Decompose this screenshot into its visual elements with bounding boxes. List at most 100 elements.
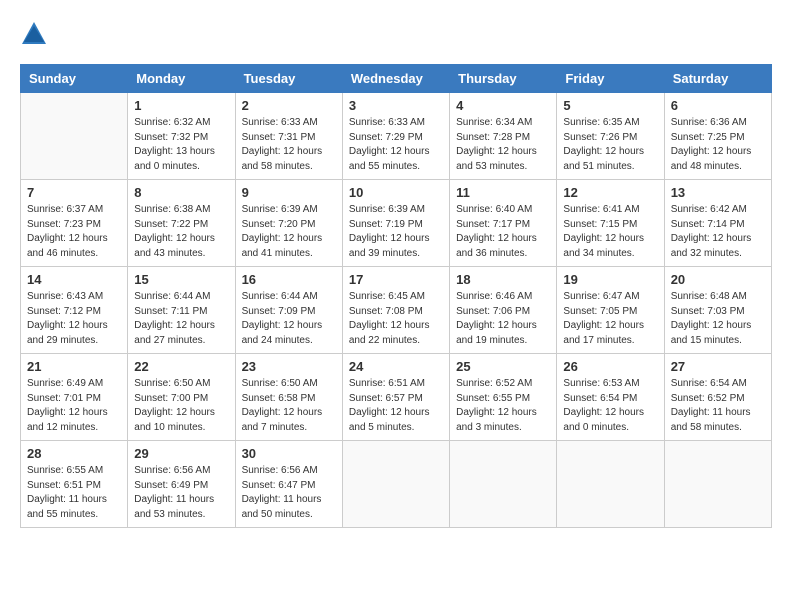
calendar-cell: 23 Sunrise: 6:50 AM Sunset: 6:58 PM Dayli… — [235, 354, 342, 441]
calendar-cell: 12 Sunrise: 6:41 AM Sunset: 7:15 PM Dayli… — [557, 180, 664, 267]
day-number: 14 — [27, 272, 121, 287]
day-info: Sunrise: 6:48 AM Sunset: 7:03 PM Dayligh… — [671, 290, 765, 348]
day-info: Sunrise: 6:39 AM Sunset: 7:19 PM Dayligh… — [349, 203, 443, 261]
day-number: 18 — [456, 272, 550, 287]
calendar-cell: 20 Sunrise: 6:48 AM Sunset: 7:03 PM Dayli… — [664, 267, 771, 354]
day-info: Sunrise: 6:33 AM Sunset: 7:29 PM Dayligh… — [349, 116, 443, 174]
calendar-cell: 21 Sunrise: 6:49 AM Sunset: 7:01 PM Dayli… — [21, 354, 128, 441]
calendar-cell — [342, 441, 449, 528]
day-info: Sunrise: 6:50 AM Sunset: 6:58 PM Dayligh… — [242, 377, 336, 435]
day-info: Sunrise: 6:38 AM Sunset: 7:22 PM Dayligh… — [134, 203, 228, 261]
day-number: 25 — [456, 359, 550, 374]
calendar-cell: 2Sunrise: 6:33 AM Sunset: 7:31 PM Daylig… — [235, 93, 342, 180]
calendar-cell: 26 Sunrise: 6:53 AM Sunset: 6:54 PM Dayli… — [557, 354, 664, 441]
day-number: 1 — [134, 98, 228, 113]
calendar-cell: 7 Sunrise: 6:37 AM Sunset: 7:23 PM Daylig… — [21, 180, 128, 267]
day-number: 11 — [456, 185, 550, 200]
calendar-cell: 11 Sunrise: 6:40 AM Sunset: 7:17 PM Dayli… — [450, 180, 557, 267]
day-number: 17 — [349, 272, 443, 287]
calendar-cell: 17 Sunrise: 6:45 AM Sunset: 7:08 PM Dayli… — [342, 267, 449, 354]
day-info: Sunrise: 6:52 AM Sunset: 6:55 PM Dayligh… — [456, 377, 550, 435]
calendar-cell: 25 Sunrise: 6:52 AM Sunset: 6:55 PM Dayli… — [450, 354, 557, 441]
calendar-cell: 8 Sunrise: 6:38 AM Sunset: 7:22 PM Daylig… — [128, 180, 235, 267]
logo-icon — [20, 20, 48, 48]
day-info: Sunrise: 6:47 AM Sunset: 7:05 PM Dayligh… — [563, 290, 657, 348]
calendar-week-row: 1 Sunrise: 6:32 AM Sunset: 7:32 PM Daylig… — [21, 93, 772, 180]
calendar-cell: 15 Sunrise: 6:44 AM Sunset: 7:11 PM Dayli… — [128, 267, 235, 354]
day-info: Sunrise: 6:45 AM Sunset: 7:08 PM Dayligh… — [349, 290, 443, 348]
calendar-table: SundayMondayTuesdayWednesdayThursdayFrid… — [20, 64, 772, 528]
calendar-cell: 24 Sunrise: 6:51 AM Sunset: 6:57 PM Dayli… — [342, 354, 449, 441]
calendar-cell: 18 Sunrise: 6:46 AM Sunset: 7:06 PM Dayli… — [450, 267, 557, 354]
calendar-week-row: 14 Sunrise: 6:43 AM Sunset: 7:12 PM Dayli… — [21, 267, 772, 354]
day-number: 15 — [134, 272, 228, 287]
day-info: Sunrise: 6:40 AM Sunset: 7:17 PM Dayligh… — [456, 203, 550, 261]
calendar-week-row: 28Sunrise: 6:55 AM Sunset: 6:51 PM Dayli… — [21, 441, 772, 528]
day-number: 6 — [671, 98, 765, 113]
day-of-week-header: Monday — [128, 65, 235, 93]
calendar-header-row: SundayMondayTuesdayWednesdayThursdayFrid… — [21, 65, 772, 93]
day-number: 23 — [242, 359, 336, 374]
calendar-cell: 13Sunrise: 6:42 AM Sunset: 7:14 PM Dayli… — [664, 180, 771, 267]
page-header — [20, 20, 772, 48]
calendar-cell — [21, 93, 128, 180]
day-number: 8 — [134, 185, 228, 200]
day-info: Sunrise: 6:39 AM Sunset: 7:20 PM Dayligh… — [242, 203, 336, 261]
day-info: Sunrise: 6:50 AM Sunset: 7:00 PM Dayligh… — [134, 377, 228, 435]
day-info: Sunrise: 6:41 AM Sunset: 7:15 PM Dayligh… — [563, 203, 657, 261]
calendar-cell: 28Sunrise: 6:55 AM Sunset: 6:51 PM Dayli… — [21, 441, 128, 528]
calendar-cell: 19 Sunrise: 6:47 AM Sunset: 7:05 PM Dayli… — [557, 267, 664, 354]
day-info: Sunrise: 6:44 AM Sunset: 7:11 PM Dayligh… — [134, 290, 228, 348]
calendar-cell: 10 Sunrise: 6:39 AM Sunset: 7:19 PM Dayli… — [342, 180, 449, 267]
day-number: 12 — [563, 185, 657, 200]
day-info: Sunrise: 6:54 AM Sunset: 6:52 PM Dayligh… — [671, 377, 765, 435]
calendar-cell: 3Sunrise: 6:33 AM Sunset: 7:29 PM Daylig… — [342, 93, 449, 180]
day-number: 7 — [27, 185, 121, 200]
day-info: Sunrise: 6:51 AM Sunset: 6:57 PM Dayligh… — [349, 377, 443, 435]
day-number: 2 — [242, 98, 336, 113]
calendar-week-row: 21 Sunrise: 6:49 AM Sunset: 7:01 PM Dayli… — [21, 354, 772, 441]
calendar-cell: 30 Sunrise: 6:56 AM Sunset: 6:47 PM Dayli… — [235, 441, 342, 528]
day-number: 30 — [242, 446, 336, 461]
calendar-cell: 6 Sunrise: 6:36 AM Sunset: 7:25 PM Daylig… — [664, 93, 771, 180]
day-of-week-header: Tuesday — [235, 65, 342, 93]
calendar-cell: 5Sunrise: 6:35 AM Sunset: 7:26 PM Daylig… — [557, 93, 664, 180]
calendar-cell: 22Sunrise: 6:50 AM Sunset: 7:00 PM Dayli… — [128, 354, 235, 441]
day-number: 13 — [671, 185, 765, 200]
day-number: 29 — [134, 446, 228, 461]
calendar-cell: 4Sunrise: 6:34 AM Sunset: 7:28 PM Daylig… — [450, 93, 557, 180]
calendar-cell — [664, 441, 771, 528]
calendar-cell: 9 Sunrise: 6:39 AM Sunset: 7:20 PM Daylig… — [235, 180, 342, 267]
day-number: 26 — [563, 359, 657, 374]
calendar-cell: 27 Sunrise: 6:54 AM Sunset: 6:52 PM Dayli… — [664, 354, 771, 441]
logo — [20, 20, 52, 48]
calendar-cell: 16Sunrise: 6:44 AM Sunset: 7:09 PM Dayli… — [235, 267, 342, 354]
day-number: 9 — [242, 185, 336, 200]
calendar-week-row: 7 Sunrise: 6:37 AM Sunset: 7:23 PM Daylig… — [21, 180, 772, 267]
day-number: 24 — [349, 359, 443, 374]
day-info: Sunrise: 6:53 AM Sunset: 6:54 PM Dayligh… — [563, 377, 657, 435]
day-of-week-header: Thursday — [450, 65, 557, 93]
day-info: Sunrise: 6:55 AM Sunset: 6:51 PM Dayligh… — [27, 464, 121, 522]
day-info: Sunrise: 6:44 AM Sunset: 7:09 PM Dayligh… — [242, 290, 336, 348]
day-number: 10 — [349, 185, 443, 200]
calendar-cell: 1 Sunrise: 6:32 AM Sunset: 7:32 PM Daylig… — [128, 93, 235, 180]
day-info: Sunrise: 6:34 AM Sunset: 7:28 PM Dayligh… — [456, 116, 550, 174]
day-info: Sunrise: 6:43 AM Sunset: 7:12 PM Dayligh… — [27, 290, 121, 348]
calendar-cell: 14 Sunrise: 6:43 AM Sunset: 7:12 PM Dayli… — [21, 267, 128, 354]
day-number: 27 — [671, 359, 765, 374]
day-info: Sunrise: 6:56 AM Sunset: 6:47 PM Dayligh… — [242, 464, 336, 522]
day-info: Sunrise: 6:36 AM Sunset: 7:25 PM Dayligh… — [671, 116, 765, 174]
day-info: Sunrise: 6:46 AM Sunset: 7:06 PM Dayligh… — [456, 290, 550, 348]
day-number: 20 — [671, 272, 765, 287]
day-number: 21 — [27, 359, 121, 374]
calendar-cell: 29 Sunrise: 6:56 AM Sunset: 6:49 PM Dayli… — [128, 441, 235, 528]
day-number: 19 — [563, 272, 657, 287]
calendar-cell — [450, 441, 557, 528]
day-info: Sunrise: 6:49 AM Sunset: 7:01 PM Dayligh… — [27, 377, 121, 435]
day-info: Sunrise: 6:32 AM Sunset: 7:32 PM Dayligh… — [134, 116, 228, 174]
day-info: Sunrise: 6:56 AM Sunset: 6:49 PM Dayligh… — [134, 464, 228, 522]
day-info: Sunrise: 6:37 AM Sunset: 7:23 PM Dayligh… — [27, 203, 121, 261]
day-number: 5 — [563, 98, 657, 113]
calendar-cell — [557, 441, 664, 528]
